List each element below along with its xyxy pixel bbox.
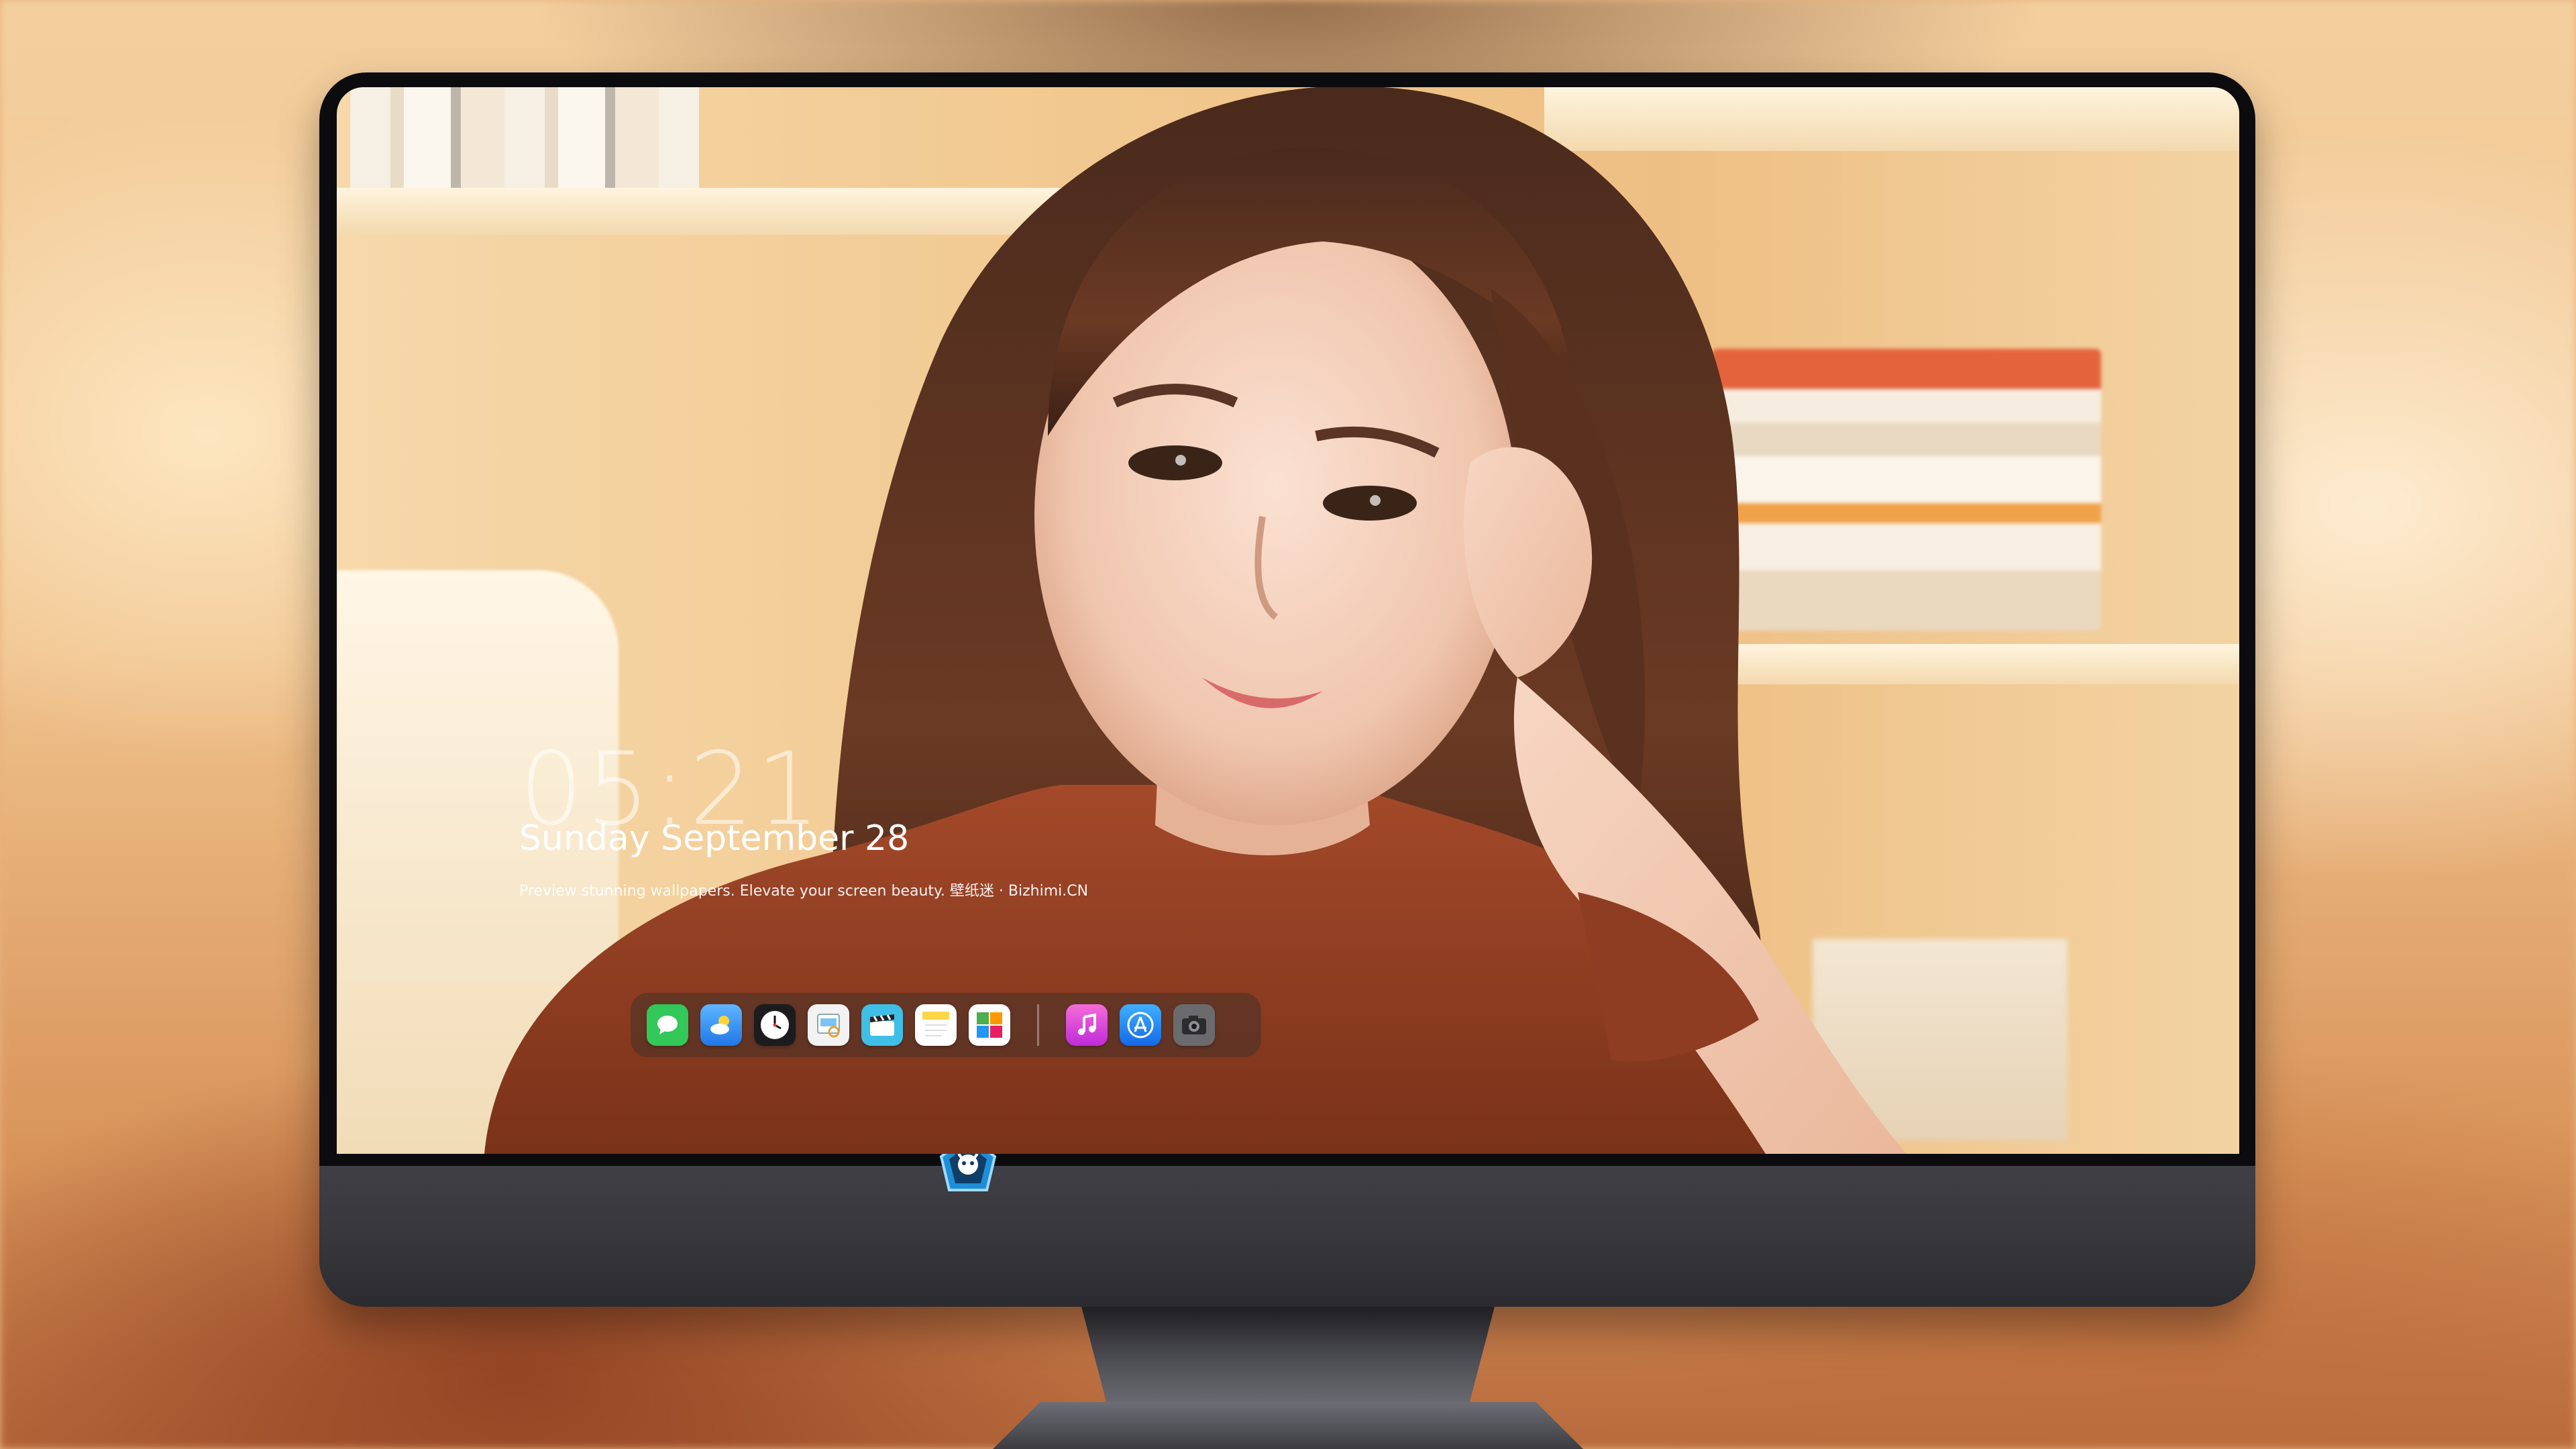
lockscreen-tagline: Preview stunning wallpapers. Elevate you… bbox=[519, 883, 1089, 900]
photo-slideshow-icon[interactable] bbox=[969, 1004, 1010, 1046]
lock-screen: 05:21 Sunday September 28 Preview stunni… bbox=[337, 87, 2239, 1154]
preview-icon[interactable] bbox=[808, 1004, 849, 1046]
portrait-photo bbox=[484, 87, 1907, 1154]
notes-icon[interactable] bbox=[915, 1004, 957, 1046]
app-store-icon[interactable] bbox=[1120, 1004, 1161, 1046]
camera-icon[interactable] bbox=[1173, 1004, 1215, 1046]
weather-icon[interactable] bbox=[700, 1004, 742, 1046]
claquette-icon[interactable] bbox=[861, 1004, 903, 1046]
lockscreen-date: Sunday September 28 bbox=[519, 818, 910, 859]
music-icon[interactable] bbox=[1066, 1004, 1108, 1046]
monitor-chin bbox=[319, 1166, 2255, 1307]
dock bbox=[631, 993, 1261, 1057]
monitor-stand-base bbox=[993, 1402, 1583, 1449]
messages-icon[interactable] bbox=[647, 1004, 688, 1046]
dock-separator bbox=[1037, 1004, 1039, 1046]
clock-icon[interactable] bbox=[754, 1004, 796, 1046]
